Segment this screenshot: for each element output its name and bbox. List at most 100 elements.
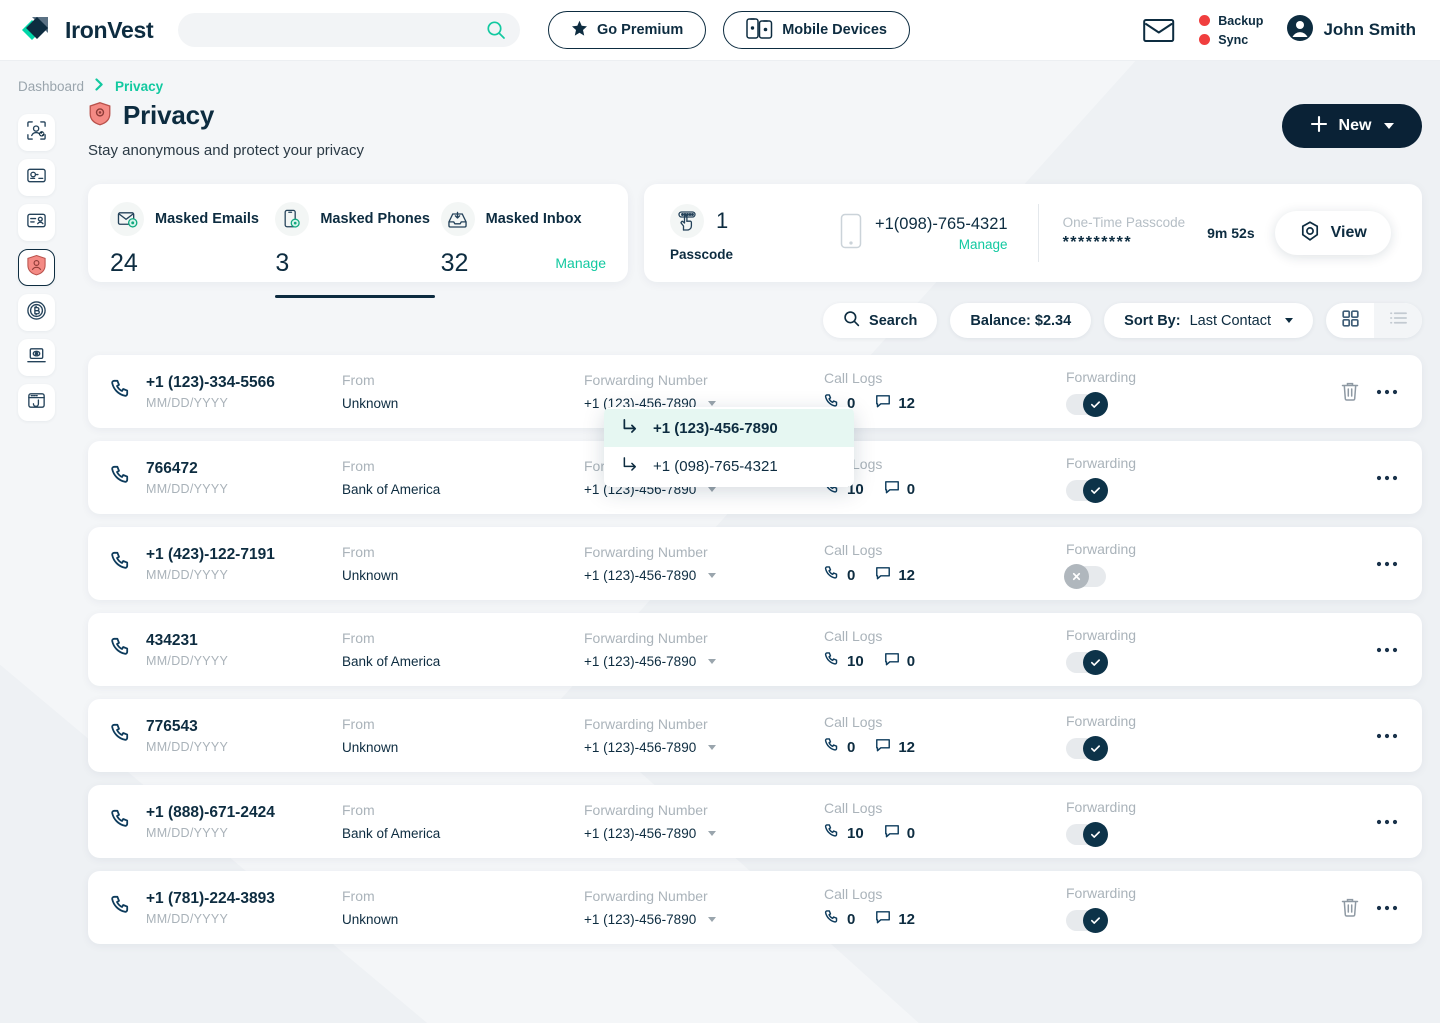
breadcrumb-privacy[interactable]: Privacy [115,79,163,94]
mobile-devices-icon [746,17,773,43]
status-backup[interactable]: Backup [1199,14,1263,28]
breadcrumb-dashboard[interactable]: Dashboard [18,79,84,94]
message-count[interactable]: 0 [884,823,915,843]
forwarding-number-select[interactable]: +1 (123)-456-7890 [584,568,824,583]
grid-view-button[interactable] [1326,303,1374,338]
masked-stats-card: Masked Emails 24 Masked Phones 3 Masked … [88,184,628,298]
call-count[interactable]: 0 [824,909,855,929]
list-toolbar: Search Balance: $2.34 Sort By: Last Cont… [88,303,1422,338]
list-view-button[interactable] [1374,303,1422,338]
bitcoin-icon [26,300,47,326]
table-row[interactable]: 434231 MM/DD/YYYY From Bank of America Forwa… [88,613,1422,686]
more-options-button[interactable] [1376,560,1398,568]
stat-masked-phones[interactable]: Masked Phones 3 [275,202,440,298]
otp-label: One-Time Passcode [1062,214,1186,230]
go-premium-button[interactable]: Go Premium [548,11,707,49]
stat-masked-emails[interactable]: Masked Emails 24 [110,202,275,282]
call-count-value: 10 [847,652,864,670]
backup-status-dot [1199,15,1211,26]
more-options-button[interactable] [1376,646,1398,654]
forwarding-toggle[interactable] [1066,477,1108,503]
forwarding-toggle[interactable] [1066,907,1108,933]
logo[interactable]: IronVest [18,11,164,49]
row-from-value: Unknown [342,912,399,927]
sort-by-dropdown[interactable]: Sort By: Last Contact [1104,303,1313,338]
passcode-card: 1 Passcode +1(098)-765-4321 Manage One-T… [644,184,1422,282]
status-sync[interactable]: Sync [1199,33,1263,47]
call-icon [824,737,840,757]
forwarding-number-dropdown[interactable]: +1 (123)-456-7890 +1 (098)-765-4321 [604,407,854,487]
table-row[interactable]: 776543 MM/DD/YYYY From Unknown Forwarding Nu… [88,699,1422,772]
message-count[interactable]: 0 [884,479,915,499]
row-date: MM/DD/YYYY [146,739,229,754]
page-title-shield-icon [88,101,112,131]
forwarding-number-select[interactable]: +1 (123)-456-7890 [584,912,824,927]
table-row[interactable]: +1 (423)-122-7191 MM/DD/YYYY From Unknown Fo… [88,527,1422,600]
message-count[interactable]: 12 [875,565,915,585]
call-count[interactable]: 10 [824,651,864,671]
phone-icon [110,464,132,491]
more-options-button[interactable] [1376,904,1398,912]
sidebar-item-phishing[interactable] [18,384,55,421]
dropdown-option[interactable]: +1 (098)-765-4321 [604,447,854,485]
table-row[interactable]: +1 (888)-671-2424 MM/DD/YYYY From Bank of A… [88,785,1422,858]
from-label: From [342,802,375,818]
call-count[interactable]: 0 [824,737,855,757]
user-menu[interactable]: John Smith [1287,14,1416,46]
call-count[interactable]: 0 [824,565,855,585]
forwarding-toggle[interactable] [1066,649,1108,675]
stat-masked-inbox[interactable]: Masked Inbox 32 Manage [440,202,606,282]
message-icon [875,393,891,413]
backup-label: Backup [1218,13,1264,28]
masked-manage-link[interactable]: Manage [555,255,606,271]
logo-text: IronVest [65,16,154,43]
sidebar-item-crypto[interactable] [18,294,55,331]
new-button[interactable]: New [1282,104,1422,148]
forwarding-number-select[interactable]: +1 (123)-456-7890 [584,826,824,841]
search-button[interactable]: Search [823,303,938,338]
phone-outline-icon [840,213,862,254]
call-icon [824,823,840,843]
forward-arrow-icon [622,456,639,477]
message-count[interactable]: 12 [875,737,915,757]
forwarding-number-select[interactable]: +1 (123)-456-7890 [584,740,824,755]
forwarding-number-value: +1 (123)-456-7890 [584,826,697,841]
balance-display[interactable]: Balance: $2.34 [950,303,1092,338]
mobile-devices-button[interactable]: Mobile Devices [723,11,910,49]
dropdown-option[interactable]: +1 (123)-456-7890 [604,409,854,447]
call-count[interactable]: 10 [824,823,864,843]
mobile-devices-label: Mobile Devices [782,22,887,38]
forwarding-toggle[interactable] [1064,563,1106,589]
search-input[interactable] [194,22,504,38]
call-logs-label: Call Logs [824,800,883,816]
sidebar-item-identity[interactable] [18,114,55,151]
passcode-phone-manage-link[interactable]: Manage [875,237,1008,252]
sidebar-item-cards[interactable] [18,159,55,196]
message-count[interactable]: 12 [875,909,915,929]
message-icon [884,651,900,671]
forwarding-toggle[interactable] [1066,391,1108,417]
view-passcode-button[interactable]: View [1274,211,1391,255]
mail-icon[interactable] [1143,18,1175,43]
sidebar-item-id[interactable] [18,204,55,241]
more-options-button[interactable] [1376,388,1398,396]
table-row[interactable]: +1 (781)-224-3893 MM/DD/YYYY From Unknown Fo… [88,871,1422,944]
search-icon[interactable] [486,20,506,45]
forwarding-toggle[interactable] [1066,821,1108,847]
balance-label: Balance: $2.34 [970,312,1072,329]
toggle-knob [1064,563,1089,589]
global-search[interactable] [178,13,520,47]
delete-button[interactable] [1340,897,1360,918]
delete-button[interactable] [1340,381,1360,402]
passcode-phone-number: +1(098)-765-4321 [875,214,1008,233]
forwarding-toggle[interactable] [1066,735,1108,761]
more-options-button[interactable] [1376,474,1398,482]
sidebar-item-monitoring[interactable] [18,339,55,376]
more-options-button[interactable] [1376,732,1398,740]
forwarding-number-select[interactable]: +1 (123)-456-7890 [584,654,824,669]
message-count[interactable]: 12 [875,393,915,413]
toggle-knob [1083,821,1108,847]
message-count[interactable]: 0 [884,651,915,671]
more-options-button[interactable] [1376,818,1398,826]
sidebar-item-privacy[interactable] [18,249,55,286]
